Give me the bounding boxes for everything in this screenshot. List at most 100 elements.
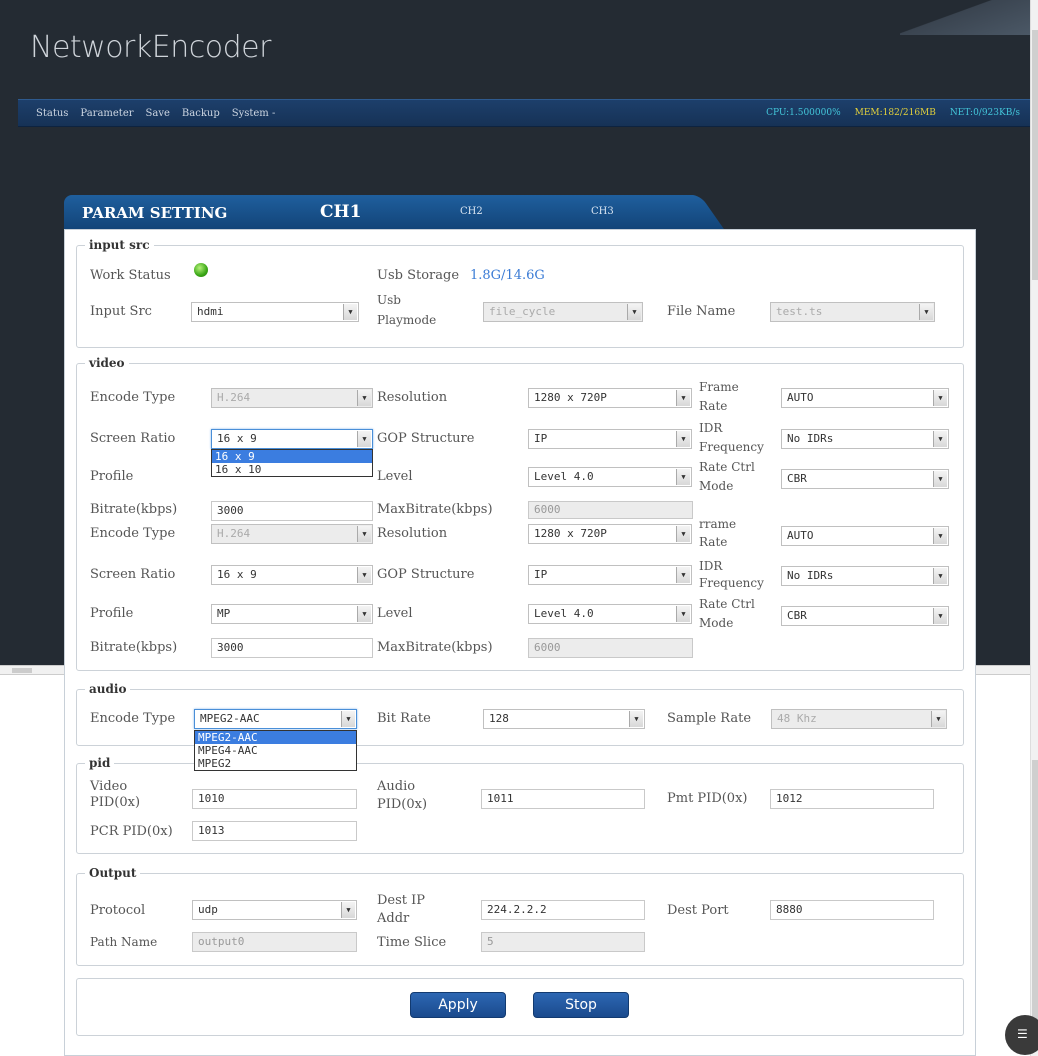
param-setting-title: PARAM SETTING — [82, 204, 228, 222]
work-status-icon — [194, 263, 208, 277]
tab-ch3[interactable]: CH3 — [591, 206, 614, 217]
dest-ip-input[interactable]: 224.2.2.2 — [481, 900, 645, 920]
apply-button[interactable]: Apply — [410, 992, 506, 1018]
video-pid-label-2: PID(0x) — [90, 795, 141, 810]
resolution-value-2: 1280 x 720P — [534, 527, 607, 540]
wifi-indicator[interactable]: ☰ — [1005, 1015, 1038, 1055]
audio-encode-type-select[interactable]: MPEG2-AAC ▼ — [194, 709, 357, 729]
menu-save[interactable]: Save — [146, 108, 170, 119]
path-name-input[interactable]: output0 — [192, 932, 357, 952]
protocol-value: udp — [198, 903, 218, 916]
screen-ratio-label-2: Screen Ratio — [90, 567, 176, 582]
pcr-pid-label: PCR PID(0x) — [90, 824, 173, 839]
rate-ctrl-select-2[interactable]: CBR ▼ — [781, 606, 949, 626]
audio-encode-type-value: MPEG2-AAC — [200, 712, 260, 725]
audio-pid-label-2: PID(0x) — [377, 797, 428, 812]
screen-ratio-value: 16 x 9 — [217, 432, 257, 445]
screen-ratio-option[interactable]: 16 x 10 — [212, 463, 372, 476]
rate-ctrl-value-2: CBR — [787, 609, 807, 622]
usb-playmode-select[interactable]: file_cycle ▼ — [483, 302, 643, 322]
bitrate-input-2[interactable]: 3000 — [211, 638, 373, 658]
rate-ctrl-label-1: Rate Ctrl — [699, 460, 755, 474]
audio-encode-option[interactable]: MPEG4-AAC — [195, 744, 356, 757]
hscroll-thumb[interactable] — [12, 668, 32, 673]
time-slice-input[interactable]: 5 — [481, 932, 645, 952]
chevron-down-icon: ▼ — [629, 711, 643, 727]
chevron-down-icon: ▼ — [933, 528, 947, 544]
menu-backup[interactable]: Backup — [182, 108, 220, 119]
vertical-scrollbar[interactable] — [1030, 0, 1038, 1056]
frame-rate-select[interactable]: AUTO ▼ — [781, 388, 949, 408]
frame-rate-value-2: AUTO — [787, 529, 814, 542]
chevron-down-icon: ▼ — [933, 471, 947, 487]
level-select[interactable]: Level 4.0 ▼ — [528, 467, 692, 487]
sample-rate-select[interactable]: 48 Khz ▼ — [771, 709, 947, 729]
rate-ctrl-label-1-2: Rate Ctrl — [699, 597, 755, 611]
maxbitrate-label: MaxBitrate(kbps) — [377, 502, 493, 517]
usb-playmode-label-2: Playmode — [377, 313, 437, 327]
file-name-select-value: test.ts — [776, 305, 823, 318]
video-pid-input[interactable]: 1010 — [192, 789, 357, 809]
gop-value-2: IP — [534, 568, 548, 581]
gop-structure-select-2[interactable]: IP ▼ — [528, 565, 692, 585]
dest-port-input[interactable]: 8880 — [770, 900, 934, 920]
tab-ch1[interactable]: CH1 — [320, 202, 361, 222]
input-src-select[interactable]: hdmi ▼ — [191, 302, 359, 322]
menu-parameter[interactable]: Parameter — [80, 108, 133, 119]
level-select-2[interactable]: Level 4.0 ▼ — [528, 604, 692, 624]
level-value-2: Level 4.0 — [534, 607, 594, 620]
param-panel: input src Work Status Usb Storage 1.8G/1… — [64, 229, 976, 1056]
vscroll-thumb-upper[interactable] — [1032, 30, 1038, 280]
resolution-select-2[interactable]: 1280 x 720P ▼ — [528, 524, 692, 544]
resolution-select[interactable]: 1280 x 720P ▼ — [528, 388, 692, 408]
protocol-label: Protocol — [90, 903, 146, 918]
pcr-pid-input[interactable]: 1013 — [192, 821, 357, 841]
rate-ctrl-label-2-2: Mode — [699, 616, 734, 630]
frame-rate-label-1-2: rrame — [699, 517, 737, 531]
gop-value: IP — [534, 432, 548, 445]
rate-ctrl-select[interactable]: CBR ▼ — [781, 469, 949, 489]
screen-ratio-select-2[interactable]: 16 x 9 ▼ — [211, 565, 373, 585]
maxbitrate-input[interactable]: 6000 — [528, 501, 693, 519]
screen-ratio-value-2: 16 x 9 — [217, 568, 257, 581]
bit-rate-label: Bit Rate — [377, 711, 431, 726]
main-menu: Status Parameter Save Backup System - — [36, 108, 275, 119]
chevron-down-icon: ▼ — [341, 902, 355, 918]
audio-pid-input[interactable]: 1011 — [481, 789, 645, 809]
dest-port-label: Dest Port — [667, 903, 729, 918]
screen-ratio-option[interactable]: 16 x 9 — [212, 450, 372, 463]
file-name-select[interactable]: test.ts ▼ — [770, 302, 935, 322]
bitrate-input[interactable]: 3000 — [211, 501, 373, 521]
input-src-section: input src — [76, 238, 964, 348]
gop-structure-select[interactable]: IP ▼ — [528, 429, 692, 449]
video-encode-type-select-2[interactable]: H.264 ▼ — [211, 524, 373, 544]
bit-rate-select[interactable]: 128 ▼ — [483, 709, 645, 729]
path-name-label: Path Name — [90, 935, 158, 949]
audio-encode-option[interactable]: MPEG2 — [195, 757, 356, 770]
app-logo: NetworkEncoder — [30, 30, 271, 65]
video-encode-type-label: Encode Type — [90, 390, 176, 405]
frame-rate-select-2[interactable]: AUTO ▼ — [781, 526, 949, 546]
usb-storage-label: Usb Storage — [377, 268, 460, 283]
profile-value-2: MP — [217, 607, 231, 620]
maxbitrate-input-2[interactable]: 6000 — [528, 638, 693, 658]
video-encode-type-select[interactable]: H.264 ▼ — [211, 388, 373, 408]
profile-select-2[interactable]: MP ▼ — [211, 604, 373, 624]
menu-status[interactable]: Status — [36, 108, 68, 119]
net-stat: NET:0/923KB/s — [949, 108, 1020, 118]
vscroll-thumb-lower[interactable] — [1032, 760, 1038, 1050]
idr-frequency-select[interactable]: No IDRs ▼ — [781, 429, 949, 449]
stop-button[interactable]: Stop — [533, 992, 629, 1018]
tab-ch2[interactable]: CH2 — [460, 206, 483, 217]
video-encode-type-label-2: Encode Type — [90, 526, 176, 541]
chevron-down-icon: ▼ — [933, 431, 947, 447]
chevron-down-icon: ▼ — [676, 606, 690, 622]
menu-system[interactable]: System - — [232, 108, 276, 119]
level-label-2: Level — [377, 606, 413, 621]
screen-ratio-select[interactable]: 16 x 9 ▼ — [211, 429, 373, 449]
pmt-pid-input[interactable]: 1012 — [770, 789, 934, 809]
idr-frequency-select-2[interactable]: No IDRs ▼ — [781, 566, 949, 586]
protocol-select[interactable]: udp ▼ — [192, 900, 357, 920]
dest-ip-label-1: Dest IP — [377, 893, 426, 908]
audio-encode-option[interactable]: MPEG2-AAC — [195, 731, 356, 744]
